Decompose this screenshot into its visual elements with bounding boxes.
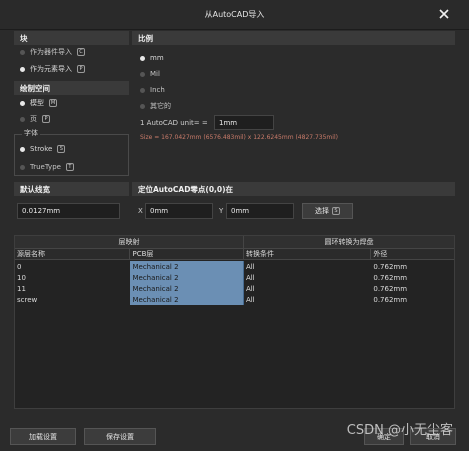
radio-dot	[20, 146, 25, 152]
block-header: 块	[14, 31, 129, 45]
column-condition[interactable]: 转换条件	[244, 249, 372, 259]
radio-dot	[20, 116, 25, 122]
column-source-layer[interactable]: 源层名称	[15, 249, 131, 259]
radio-label: 作为器件导入	[30, 48, 72, 56]
radio-dot	[20, 164, 25, 170]
cell-source-layer: 0	[17, 262, 22, 271]
shortcut-key: S	[57, 145, 66, 153]
layer-mapping-table: 层映射 圆环转换为焊盘 源层名称 PCB层 转换条件 外径 0 Mechanic…	[14, 235, 455, 409]
radio-scale-mm[interactable]: mm	[140, 52, 164, 64]
shortcut-key: P	[77, 65, 85, 73]
drawing-space-header: 绘制空间	[14, 81, 129, 95]
radio-dot	[140, 87, 145, 93]
select-origin-button[interactable]: 选择 S	[302, 203, 353, 219]
radio-label: 其它的	[150, 102, 171, 110]
group-header-layer-mapping: 层映射	[15, 236, 244, 248]
cell-outer-diameter[interactable]: 0.762mm	[371, 261, 454, 272]
title-bar: 从AutoCAD导入	[0, 0, 469, 30]
column-pcb-layer[interactable]: PCB层	[130, 249, 244, 259]
x-label: X	[138, 207, 143, 215]
radio-font-stroke[interactable]: Stroke S	[20, 143, 66, 155]
radio-import-as-primitive[interactable]: 作为元素导入 P	[20, 63, 85, 75]
table-row[interactable]: screw Mechanical 2 All 0.762mm	[15, 294, 454, 305]
radio-dot	[20, 66, 25, 72]
cell-condition[interactable]: All	[244, 272, 371, 283]
column-outer-diameter[interactable]: 外径	[371, 249, 454, 259]
radio-scale-mil[interactable]: Mil	[140, 68, 160, 80]
radio-font-truetype[interactable]: TrueType T	[20, 161, 74, 173]
radio-dot	[20, 49, 25, 55]
radio-dot	[140, 55, 145, 61]
shortcut-key: C	[77, 48, 85, 56]
button-label: 选择	[315, 207, 329, 215]
cell-pcb-layer[interactable]: Mechanical 2	[130, 261, 244, 272]
cell-outer-diameter[interactable]: 0.762mm	[371, 272, 454, 283]
cell-condition[interactable]: All	[244, 283, 371, 294]
shortcut-key: M	[49, 99, 57, 107]
cell-source-layer: 10	[17, 273, 26, 282]
shortcut-key: S	[332, 207, 340, 215]
close-icon	[439, 9, 449, 19]
unit-label: 1 AutoCAD unit= =	[140, 119, 208, 127]
radio-label: 页	[30, 115, 37, 123]
origin-x-input[interactable]: 0mm	[145, 203, 213, 219]
radio-label: 作为元素导入	[30, 65, 72, 73]
cell-outer-diameter[interactable]: 0.762mm	[371, 294, 454, 305]
close-button[interactable]	[435, 5, 453, 23]
radio-label: Stroke	[30, 145, 53, 153]
radio-label: 模型	[30, 99, 44, 107]
origin-y-input[interactable]: 0mm	[226, 203, 294, 219]
radio-label: mm	[150, 54, 164, 62]
size-info: Size = 167.0427mm (6576.483mil) x 122.62…	[140, 133, 338, 141]
table-column-header: 源层名称 PCB层 转换条件 外径	[15, 249, 454, 260]
font-group-label: 字体	[22, 127, 40, 139]
scale-header: 比例	[132, 31, 455, 45]
shortcut-key: P	[42, 115, 50, 123]
table-row[interactable]: 11 Mechanical 2 All 0.762mm	[15, 283, 454, 294]
cell-outer-diameter[interactable]: 0.762mm	[371, 283, 454, 294]
save-settings-button[interactable]: 保存设置	[84, 428, 156, 445]
radio-model-space[interactable]: 模型 M	[20, 97, 57, 109]
radio-scale-other[interactable]: 其它的	[140, 100, 171, 112]
load-settings-button[interactable]: 加载设置	[10, 428, 76, 445]
cell-condition[interactable]: All	[244, 294, 371, 305]
unit-input[interactable]: 1mm	[214, 115, 274, 130]
origin-header: 定位AutoCAD零点(0,0)在	[132, 182, 455, 196]
watermark: CSDN @小无尘客	[346, 423, 453, 438]
radio-dot	[140, 103, 145, 109]
shortcut-key: T	[65, 163, 74, 171]
radio-dot	[140, 71, 145, 77]
table-group-header: 层映射 圆环转换为焊盘	[15, 236, 454, 249]
radio-label: Mil	[150, 70, 160, 78]
y-label: Y	[219, 207, 224, 215]
radio-label: Inch	[150, 86, 165, 94]
cell-source-layer: screw	[17, 295, 38, 304]
cell-pcb-layer[interactable]: Mechanical 2	[130, 272, 244, 283]
cell-condition[interactable]: All	[244, 261, 371, 272]
linewidth-input[interactable]: 0.0127mm	[17, 203, 120, 219]
table-row[interactable]: 10 Mechanical 2 All 0.762mm	[15, 272, 454, 283]
table-row[interactable]: 0 Mechanical 2 All 0.762mm	[15, 261, 454, 272]
radio-label: TrueType	[30, 163, 61, 171]
window-title: 从AutoCAD导入	[204, 10, 265, 19]
radio-paper-space[interactable]: 页 P	[20, 113, 50, 125]
radio-dot	[20, 100, 25, 106]
default-linewidth-header: 默认线宽	[14, 182, 129, 196]
cell-pcb-layer[interactable]: Mechanical 2	[130, 294, 244, 305]
cell-source-layer: 11	[17, 284, 26, 293]
radio-import-as-component[interactable]: 作为器件导入 C	[20, 46, 85, 58]
group-header-ring-to-pad: 圆环转换为焊盘	[324, 238, 374, 246]
radio-scale-inch[interactable]: Inch	[140, 84, 165, 96]
cell-pcb-layer[interactable]: Mechanical 2	[130, 283, 244, 294]
